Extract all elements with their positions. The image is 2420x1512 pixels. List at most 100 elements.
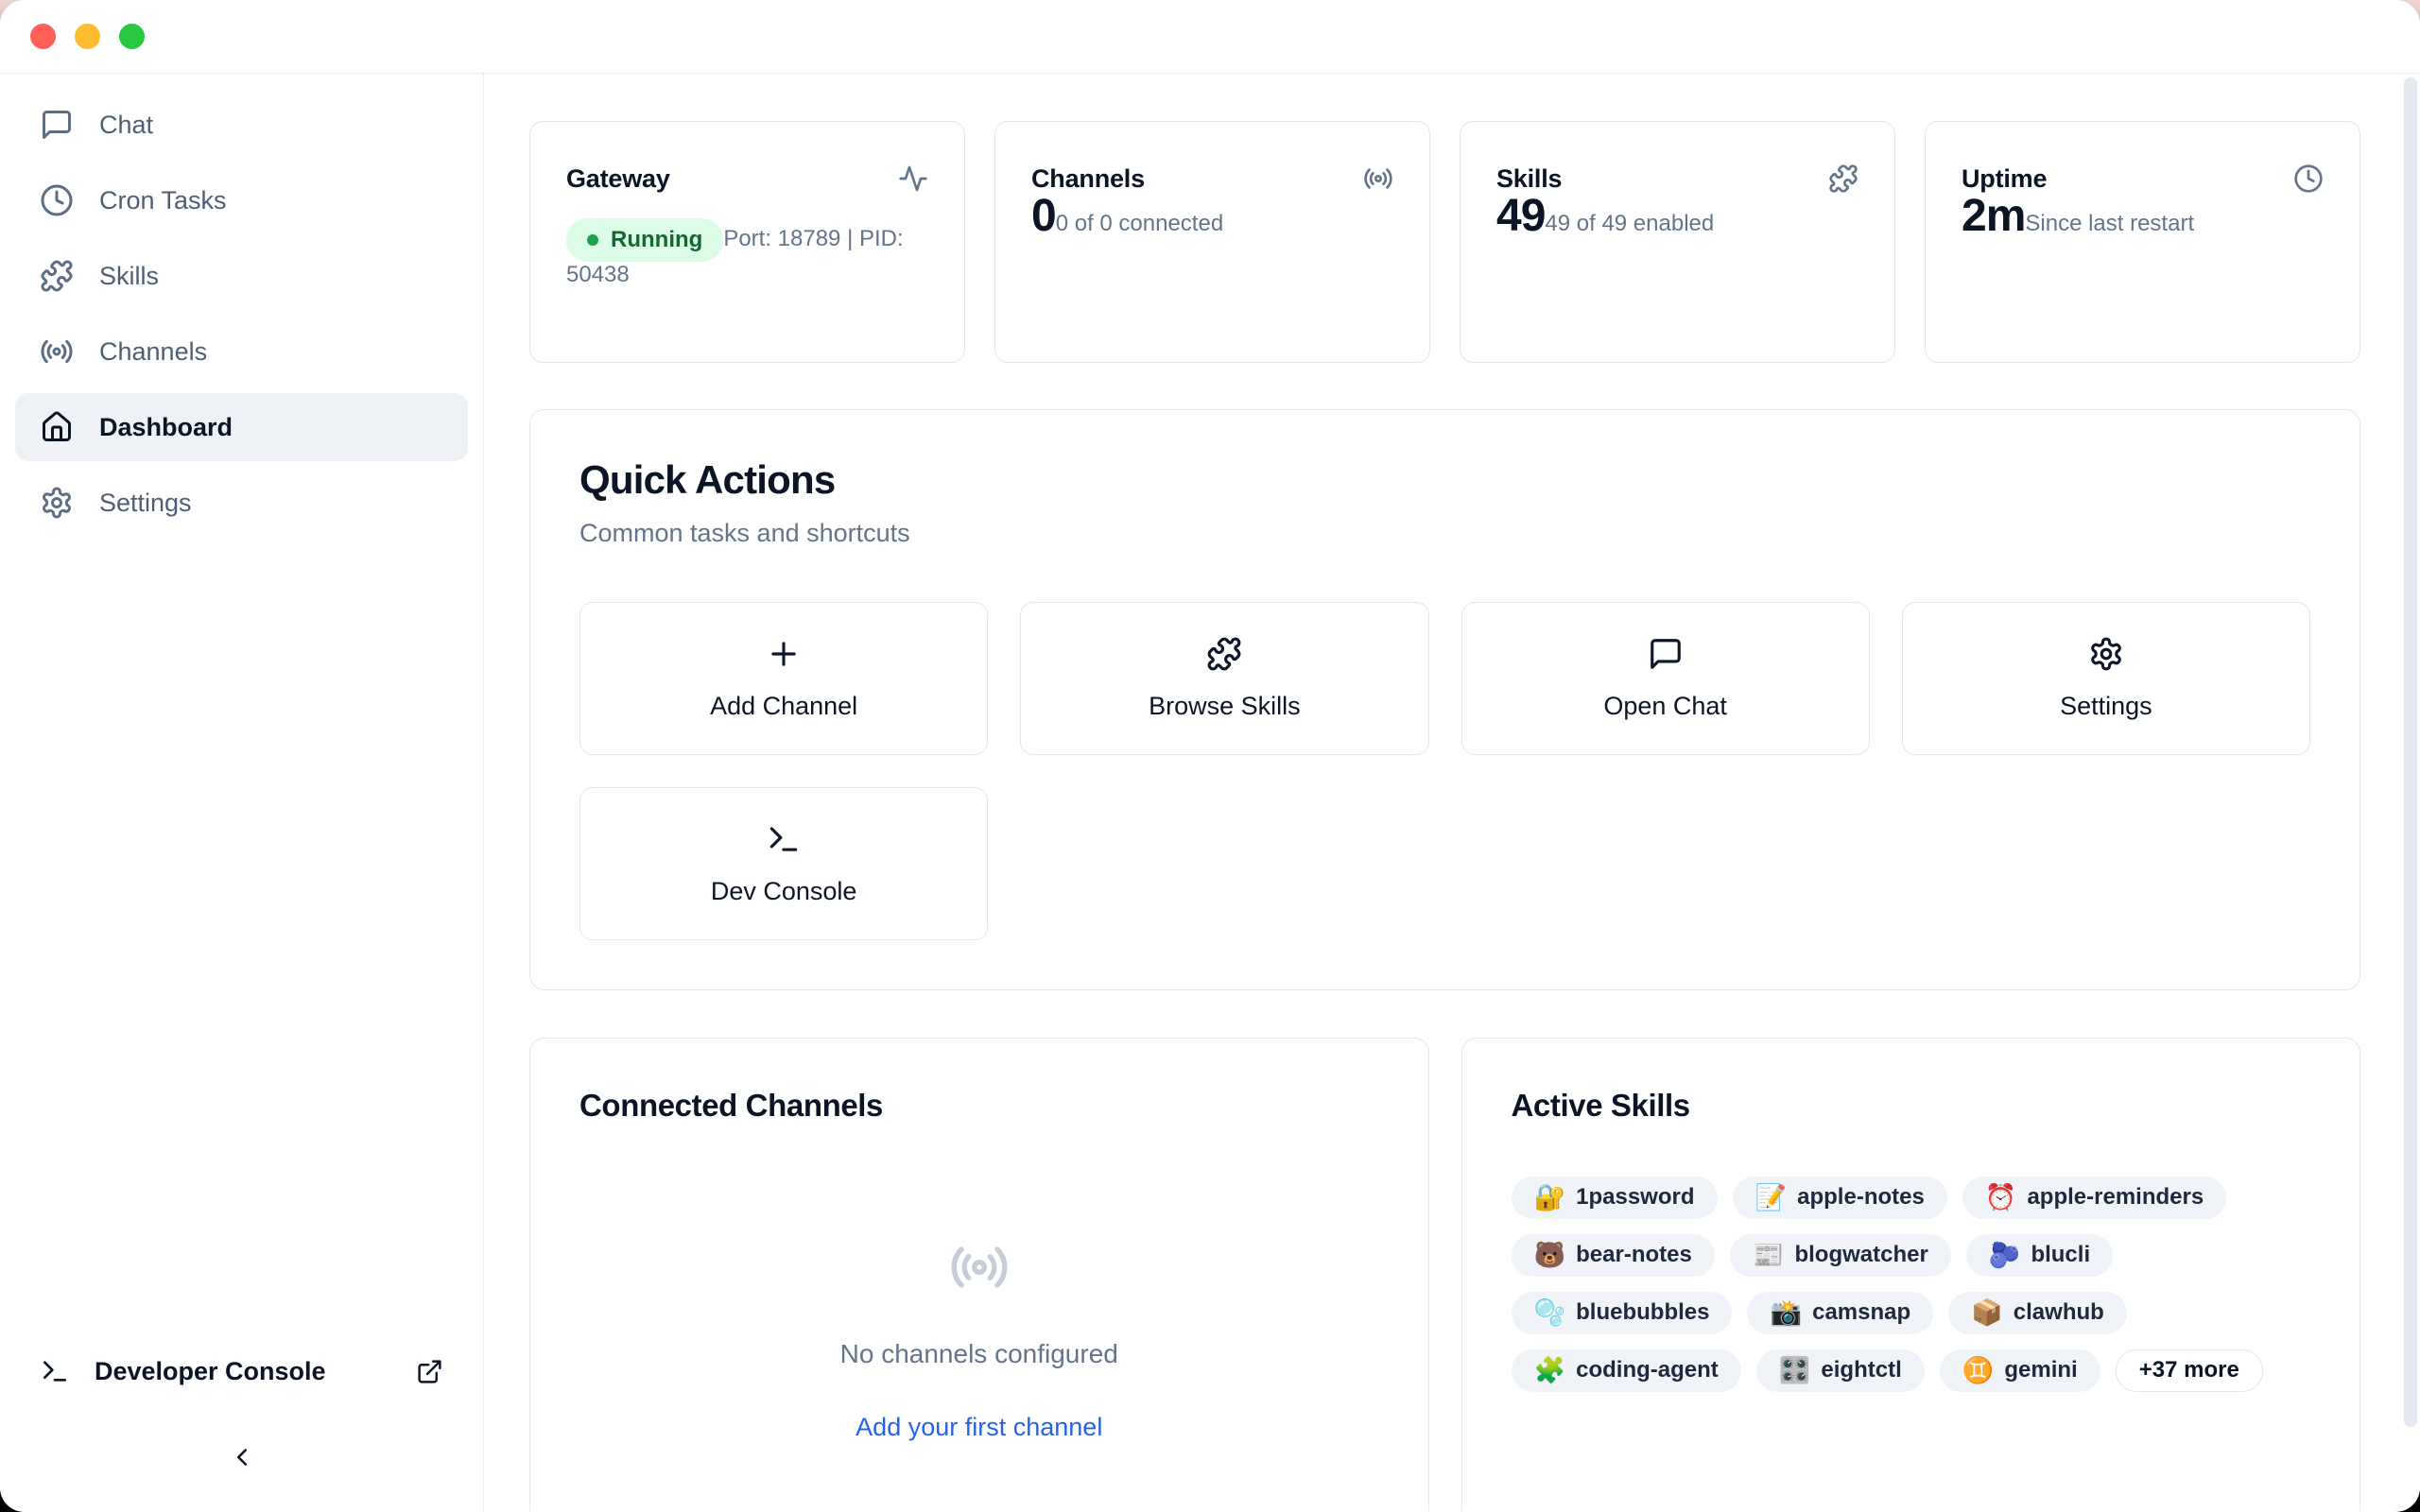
quick-action-label: Browse Skills — [1149, 692, 1301, 721]
window-body: Chat Cron Tasks Skills Channels Dashboard Set… — [0, 74, 2420, 1511]
skill-name: eightctl — [1821, 1357, 1901, 1383]
stat-card-title: Skills — [1496, 163, 1562, 194]
clock-icon — [2293, 163, 2324, 194]
channels-empty-text: No channels configured — [840, 1339, 1118, 1369]
quick-action-settings[interactable]: Settings — [1902, 602, 2310, 755]
skill-name: 1password — [1576, 1184, 1694, 1211]
skill-emoji: 🫧 — [1534, 1300, 1566, 1326]
skill-name: blogwatcher — [1794, 1242, 1927, 1268]
skill-chip-bear-notes[interactable]: 🐻 bear-notes — [1512, 1234, 1715, 1277]
skill-name: coding-agent — [1576, 1357, 1719, 1383]
gear-icon — [40, 486, 74, 520]
add-first-channel-link[interactable]: Add your first channel — [856, 1413, 1102, 1442]
sidebar-nav: Chat Cron Tasks Skills Channels Dashboard Set… — [0, 91, 483, 544]
sidebar-item-label: Chat — [99, 111, 153, 140]
terminal-icon — [40, 1356, 70, 1386]
home-icon — [40, 410, 74, 444]
titlebar — [0, 0, 2420, 74]
quick-action-open-chat[interactable]: Open Chat — [1461, 602, 1870, 755]
sidebar-footer: Developer Console — [0, 1352, 483, 1511]
stats-row: GatewayRunningPort: 18789 | PID: 50438Ch… — [529, 121, 2360, 363]
sidebar-item-settings[interactable]: Settings — [15, 469, 468, 537]
status-label: Running — [611, 227, 702, 253]
quick-action-label: Open Chat — [1603, 692, 1727, 721]
sidebar-item-label: Cron Tasks — [99, 186, 227, 215]
radio-icon — [1363, 163, 1393, 194]
chevron-left-icon — [228, 1443, 256, 1471]
skill-name: bear-notes — [1576, 1242, 1692, 1268]
skill-chip-gemini[interactable]: ♊️ gemini — [1940, 1349, 2100, 1392]
sidebar-item-chat[interactable]: Chat — [15, 91, 468, 159]
sidebar-item-label: Settings — [99, 489, 192, 518]
collapse-sidebar-button[interactable] — [0, 1443, 483, 1471]
skill-emoji: ⏰ — [1985, 1185, 2017, 1211]
stat-detail: 0 of 0 connected — [1056, 211, 1223, 236]
sidebar-item-cron-tasks[interactable]: Cron Tasks — [15, 166, 468, 234]
skill-emoji: 🎛️ — [1779, 1358, 1811, 1383]
skill-name: blucli — [2031, 1242, 2090, 1268]
skill-chip-1password[interactable]: 🔐1password — [1512, 1177, 1718, 1219]
gateway-status-badge: Running — [566, 218, 723, 262]
scrollbar[interactable] — [2404, 77, 2417, 1427]
quick-actions-grid: Add Channel Browse Skills Open Chat Setting… — [579, 602, 2310, 940]
skill-chip-blucli[interactable]: 🫐 blucli — [1966, 1234, 2113, 1277]
zoom-window-button[interactable] — [119, 24, 145, 49]
sidebar-item-dashboard[interactable]: Dashboard — [15, 393, 468, 461]
active-skills-card: Active Skills 🔐1password 📝 apple-notes ⏰ app… — [1461, 1038, 2361, 1511]
skill-emoji: 🐻 — [1534, 1243, 1566, 1268]
skill-name: apple-reminders — [2027, 1184, 2204, 1211]
external-link-icon — [416, 1358, 443, 1385]
stat-card-channels: Channels00 of 0 connected — [994, 121, 1430, 363]
quick-action-add-channel[interactable]: Add Channel — [579, 602, 988, 755]
skill-chip-clawhub[interactable]: 📦clawhub — [1948, 1292, 2127, 1334]
sidebar: Chat Cron Tasks Skills Channels Dashboard Set… — [0, 74, 484, 1511]
stat-card-title: Uptime — [1962, 163, 2047, 194]
skill-name: gemini — [2004, 1357, 2077, 1383]
stat-card-header: Skills — [1496, 163, 1858, 194]
stat-value: 49 — [1496, 191, 1545, 241]
developer-console-link[interactable]: Developer Console — [0, 1352, 483, 1390]
skill-emoji: 📸 — [1770, 1300, 1802, 1326]
active-skills-title: Active Skills — [1512, 1088, 2311, 1124]
app-window: Chat Cron Tasks Skills Channels Dashboard Set… — [0, 0, 2420, 1512]
stat-card-skills: Skills4949 of 49 enabled — [1460, 121, 1895, 363]
connected-channels-card: Connected Channels No channels configure… — [529, 1038, 1429, 1511]
sidebar-item-label: Channels — [99, 337, 207, 367]
skill-chip-bluebubbles[interactable]: 🫧bluebubbles — [1512, 1292, 1733, 1334]
puzzle-icon — [1828, 163, 1858, 194]
gear-icon — [2088, 636, 2124, 672]
skill-chip-apple-notes[interactable]: 📝 apple-notes — [1733, 1177, 1947, 1219]
skill-emoji: ♊️ — [1962, 1358, 1995, 1383]
puzzle-icon — [40, 259, 74, 293]
stat-card-title: Gateway — [566, 163, 670, 194]
skill-chip-blogwatcher[interactable]: 📰blogwatcher — [1730, 1234, 1951, 1277]
bottom-sections: Connected Channels No channels configure… — [529, 1038, 2360, 1511]
connected-channels-title: Connected Channels — [579, 1088, 1379, 1124]
more-skills-chip[interactable]: +37 more — [2116, 1349, 2263, 1392]
skill-chip-camsnap[interactable]: 📸 camsnap — [1747, 1292, 1933, 1334]
close-window-button[interactable] — [30, 24, 56, 49]
skill-name: camsnap — [1812, 1299, 1910, 1326]
activity-icon — [898, 163, 928, 194]
quick-action-label: Add Channel — [710, 692, 857, 721]
stat-card-gateway: GatewayRunningPort: 18789 | PID: 50438 — [529, 121, 965, 363]
quick-action-dev-console[interactable]: Dev Console — [579, 787, 988, 940]
sidebar-item-skills[interactable]: Skills — [15, 242, 468, 310]
sidebar-item-label: Skills — [99, 262, 159, 291]
stat-detail: 49 of 49 enabled — [1545, 211, 1714, 236]
stat-detail: Since last restart — [2025, 211, 2194, 236]
minimize-window-button[interactable] — [75, 24, 100, 49]
stat-value: 0 — [1031, 191, 1056, 241]
skill-name: clawhub — [2014, 1299, 2104, 1326]
plus-icon — [766, 636, 802, 672]
skill-emoji: 📝 — [1755, 1185, 1788, 1211]
skill-emoji: 🧩 — [1534, 1358, 1566, 1383]
skill-emoji: 🫐 — [1989, 1243, 2021, 1268]
skill-chip-coding-agent[interactable]: 🧩 coding-agent — [1512, 1349, 1741, 1392]
skill-chip-eightctl[interactable]: 🎛️ eightctl — [1756, 1349, 1925, 1392]
stat-value: 2m — [1962, 191, 2025, 241]
skill-name: apple-notes — [1797, 1184, 1925, 1211]
sidebar-item-channels[interactable]: Channels — [15, 318, 468, 386]
skill-chip-apple-reminders[interactable]: ⏰ apple-reminders — [1962, 1177, 2226, 1219]
quick-action-browse-skills[interactable]: Browse Skills — [1020, 602, 1428, 755]
